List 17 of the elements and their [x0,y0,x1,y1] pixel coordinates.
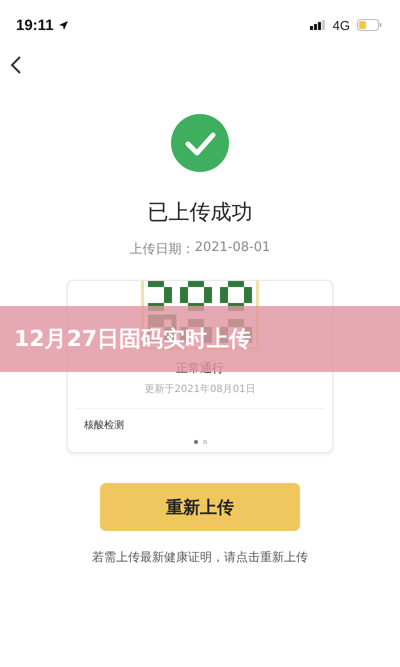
page-dot[interactable] [194,440,198,444]
update-time: 更新于2021年08月01日 [144,382,256,396]
back-icon[interactable] [10,56,22,74]
signal-icon [310,20,326,30]
status-time: 19:11 [16,16,54,34]
upload-date: 2021-08-01 [194,240,270,257]
location-arrow-icon [58,20,69,30]
reupload-note: 若需上传最新健康证明，请点击重新上传 [92,549,308,566]
pass-status: 正常通行 [176,360,224,377]
page-dot[interactable] [202,440,206,444]
date-label: 上传日期： [130,241,195,258]
battery-icon [357,19,382,31]
section-label: 核酸检测 [84,418,124,432]
network-label: 4G [332,18,350,32]
success-check-icon [171,114,229,172]
reupload-button[interactable]: 重新上传 [100,483,300,531]
success-title: 已上传成功 [148,199,252,226]
